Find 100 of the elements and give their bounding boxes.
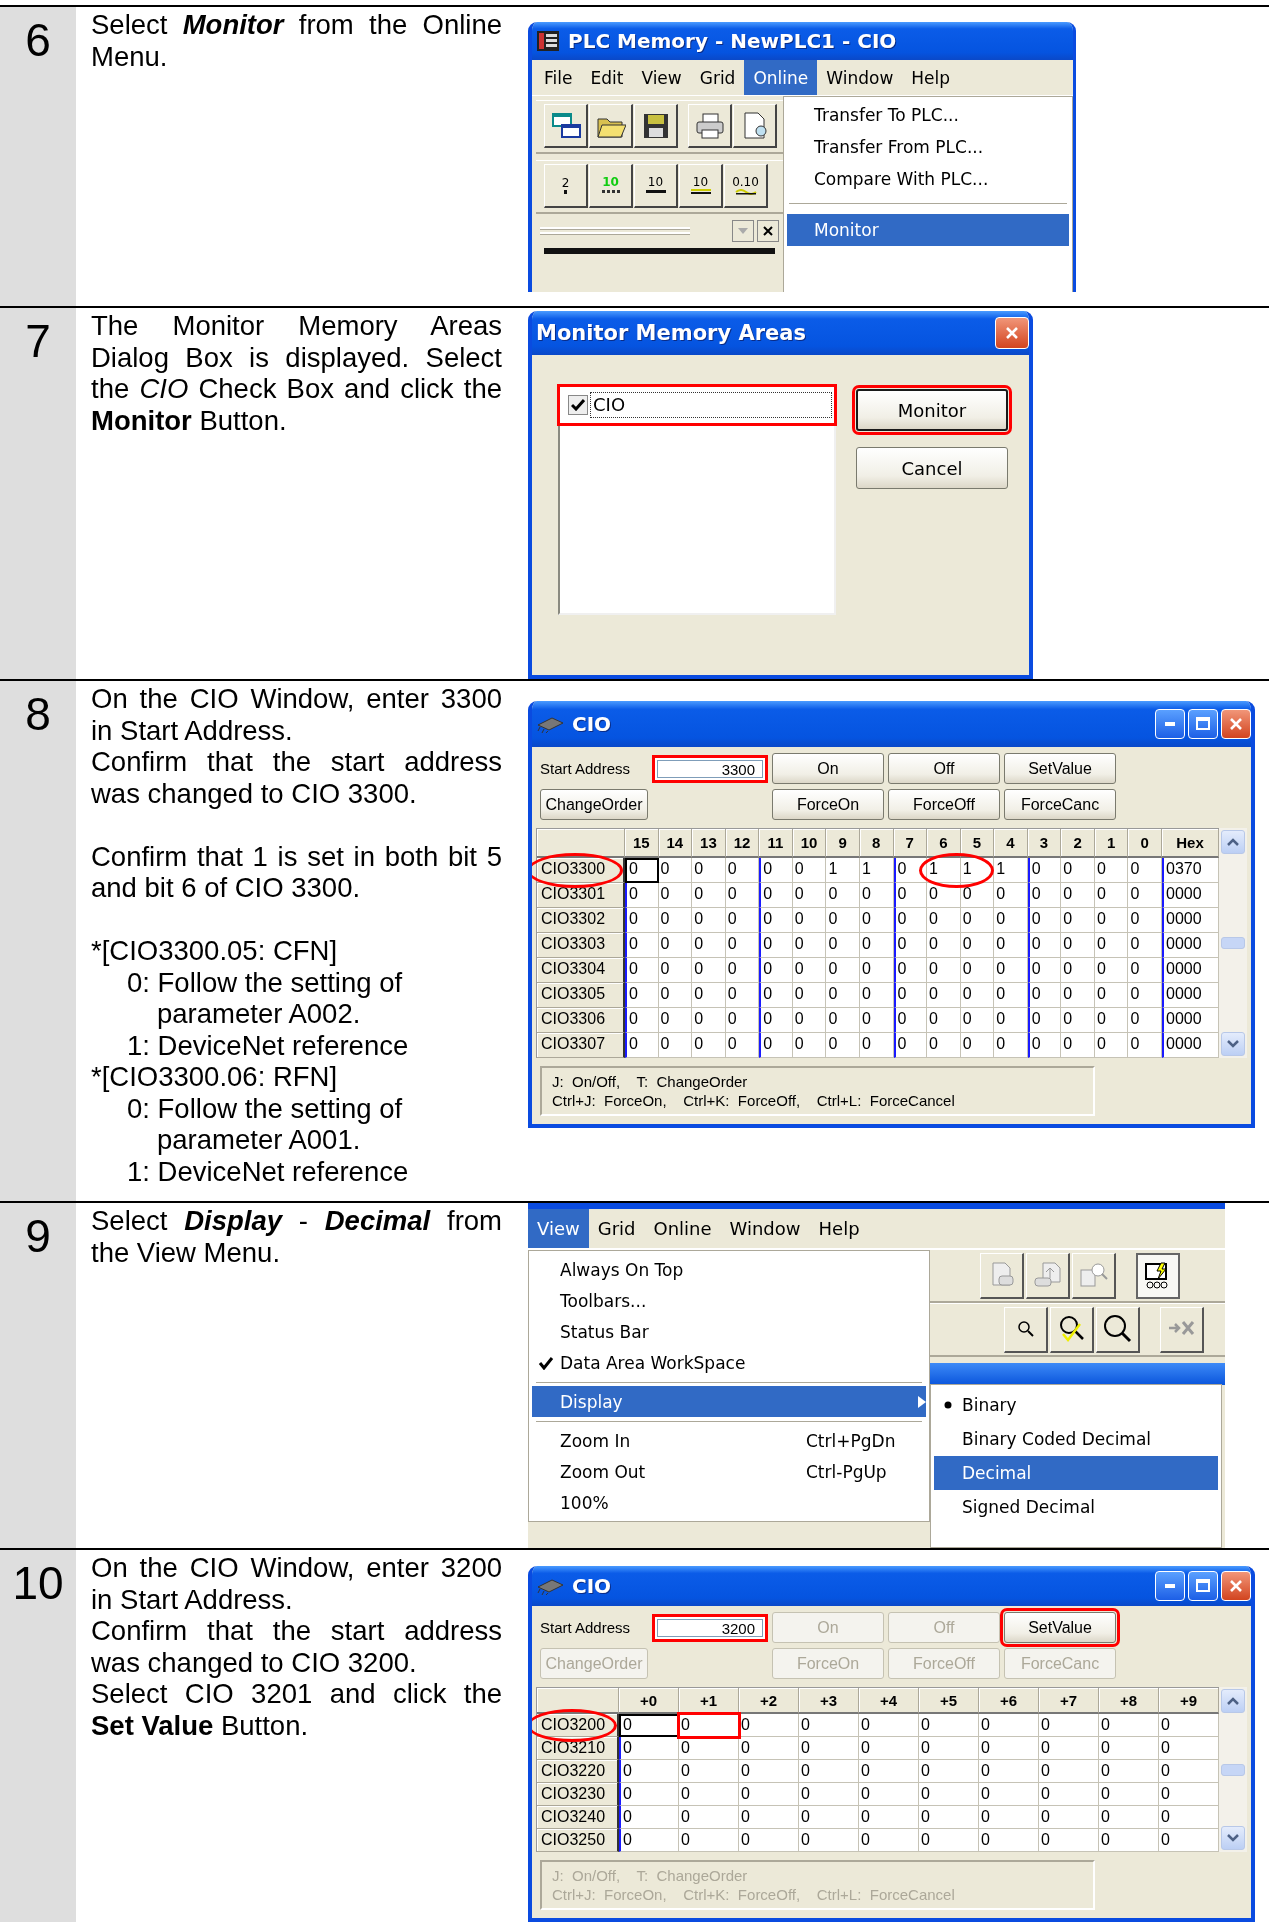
grid-cell[interactable]: 0 — [994, 1033, 1028, 1058]
maximize-button[interactable] — [1188, 1571, 1218, 1601]
menu-item[interactable]: Compare With PLC... — [787, 163, 1069, 195]
start-address-field[interactable]: 3300 — [652, 754, 768, 783]
grid-cell[interactable]: 0 — [919, 1783, 979, 1806]
action-button[interactable]: ForceOn — [772, 789, 884, 820]
grid-cell[interactable]: 0 — [1128, 1033, 1162, 1058]
grid-cell[interactable]: 0 — [759, 883, 793, 908]
grid-cell[interactable]: 0 — [759, 858, 793, 883]
menu-item[interactable]: Zoom In Ctrl+PgDn — [532, 1425, 926, 1456]
grid-cell[interactable]: 0 — [893, 858, 928, 883]
grid-cell[interactable]: 0 — [692, 908, 726, 933]
grid-cell[interactable]: 0 — [679, 1737, 739, 1760]
grid-cell[interactable]: 0 — [1061, 908, 1095, 933]
grid-cell[interactable]: 0 — [725, 1033, 760, 1058]
grid-cell[interactable]: 0 — [625, 908, 659, 933]
grid-cell[interactable]: 0 — [725, 958, 760, 983]
grid-cell[interactable]: 0 — [792, 933, 827, 958]
grid-cell[interactable]: 0 — [1061, 958, 1095, 983]
grid-cell[interactable]: 0 — [1061, 883, 1095, 908]
grid-cell[interactable]: 0 — [927, 958, 961, 983]
grid-cell[interactable]: 0 — [1094, 1008, 1129, 1033]
grid-cell[interactable]: 0 — [1128, 933, 1162, 958]
grid-cell[interactable]: 0 — [859, 908, 894, 933]
grid-cell[interactable]: 0 — [725, 1008, 760, 1033]
grid-cell[interactable]: 0 — [679, 1829, 739, 1852]
grid-cell[interactable]: 0 — [826, 1008, 860, 1033]
grid-cell[interactable]: 0 — [1094, 958, 1129, 983]
grid-cell[interactable]: 0 — [1128, 858, 1162, 883]
grid-cell[interactable]: 0 — [658, 958, 693, 983]
grid-cell[interactable]: 0 — [1061, 1008, 1095, 1033]
menu-item[interactable]: Signed Decimal — [934, 1490, 1218, 1524]
grid-cell[interactable]: 0 — [792, 983, 827, 1008]
grid-cell[interactable]: 0 — [658, 1008, 693, 1033]
grid-cell[interactable]: 0 — [893, 1008, 928, 1033]
grid-cell[interactable]: 0 — [893, 1033, 928, 1058]
grid-cell[interactable]: 0 — [1039, 1714, 1099, 1737]
grid-cell[interactable]: 0 — [1027, 858, 1062, 883]
scroll-thumb[interactable] — [1221, 1763, 1245, 1776]
close-button[interactable] — [757, 220, 779, 242]
grid-cell[interactable]: 0 — [1159, 1806, 1219, 1829]
grid-cell[interactable]: 0 — [1061, 933, 1095, 958]
minimize-button[interactable] — [1155, 709, 1185, 739]
grid-cell[interactable]: 0 — [692, 1008, 726, 1033]
display-format-button[interactable]: 0.10 — [724, 164, 768, 208]
grid-cell[interactable]: 0 — [979, 1806, 1039, 1829]
grid-cell[interactable]: 0 — [927, 1008, 961, 1033]
grid-cell[interactable]: 0 — [859, 1760, 919, 1783]
grid-cell[interactable]: 0 — [826, 883, 860, 908]
action-button[interactable]: On — [772, 753, 884, 784]
grid-cell[interactable]: 0 — [792, 858, 827, 883]
grid-cell[interactable]: 0 — [1159, 1760, 1219, 1783]
menu-item[interactable]: Online — [744, 60, 818, 95]
grid-cell[interactable]: 0 — [658, 883, 693, 908]
grid-cell[interactable]: 1 — [994, 858, 1028, 883]
grid-cell[interactable]: 0000 — [1162, 958, 1219, 983]
grid-cell[interactable]: 0000 — [1162, 883, 1219, 908]
grid-cell[interactable]: 0 — [859, 1033, 894, 1058]
grid-cell[interactable]: 0 — [1094, 883, 1129, 908]
grid-cell[interactable]: 0 — [979, 1714, 1039, 1737]
grid-cell[interactable]: 0 — [739, 1806, 799, 1829]
grid-cell[interactable]: 0 — [1094, 908, 1129, 933]
toolbar-button[interactable] — [1136, 1252, 1180, 1299]
scroll-up-button[interactable] — [1221, 1689, 1245, 1713]
scroll-down-button[interactable] — [1221, 1032, 1245, 1056]
grid-cell[interactable]: 0 — [759, 1033, 793, 1058]
grid-cell[interactable]: 0 — [859, 1714, 919, 1737]
grid-cell[interactable]: 0 — [725, 933, 760, 958]
grid-cell[interactable]: 0 — [859, 1737, 919, 1760]
grid-cell[interactable]: 1 — [826, 858, 860, 883]
menu-item[interactable]: Decimal — [934, 1456, 1218, 1490]
grid-cell[interactable]: 0 — [893, 883, 928, 908]
grid-cell[interactable]: 0 — [679, 1783, 739, 1806]
grid-cell[interactable]: 0 — [1039, 1737, 1099, 1760]
grid-cell[interactable]: 0 — [994, 983, 1028, 1008]
grid-cell[interactable]: 0 — [859, 958, 894, 983]
grid-cell[interactable]: 0 — [893, 908, 928, 933]
grid-cell[interactable]: 0 — [625, 883, 659, 908]
grid-cell[interactable]: 0000 — [1162, 1008, 1219, 1033]
grid-cell[interactable]: 0 — [960, 908, 995, 933]
grid-cell[interactable]: 0 — [799, 1760, 859, 1783]
grid-cell[interactable]: 0 — [919, 1714, 979, 1737]
grid-cell[interactable]: 0 — [979, 1829, 1039, 1852]
grid-cell[interactable]: 0 — [1039, 1806, 1099, 1829]
grid-cell[interactable]: 0 — [893, 983, 928, 1008]
grid-cell[interactable]: 0 — [619, 1737, 679, 1760]
grid-cell[interactable]: 0 — [927, 933, 961, 958]
scroll-up-button[interactable] — [1221, 830, 1245, 854]
grid-cell[interactable]: 0 — [759, 958, 793, 983]
grid-cell[interactable]: 0 — [1094, 1033, 1129, 1058]
grid-cell[interactable]: 0 — [1061, 983, 1095, 1008]
grid-cell[interactable]: 0 — [792, 958, 827, 983]
grid-cell[interactable]: 0 — [658, 933, 693, 958]
menu-item[interactable]: Online — [644, 1209, 721, 1248]
menu-item[interactable]: Help — [809, 1209, 869, 1248]
grid-cell[interactable]: 0000 — [1162, 933, 1219, 958]
grid-cell[interactable]: 0 — [1159, 1829, 1219, 1852]
grid-cell[interactable]: 0 — [799, 1714, 859, 1737]
action-button[interactable]: Off — [888, 753, 1000, 784]
grid-cell[interactable]: 0 — [619, 1806, 679, 1829]
